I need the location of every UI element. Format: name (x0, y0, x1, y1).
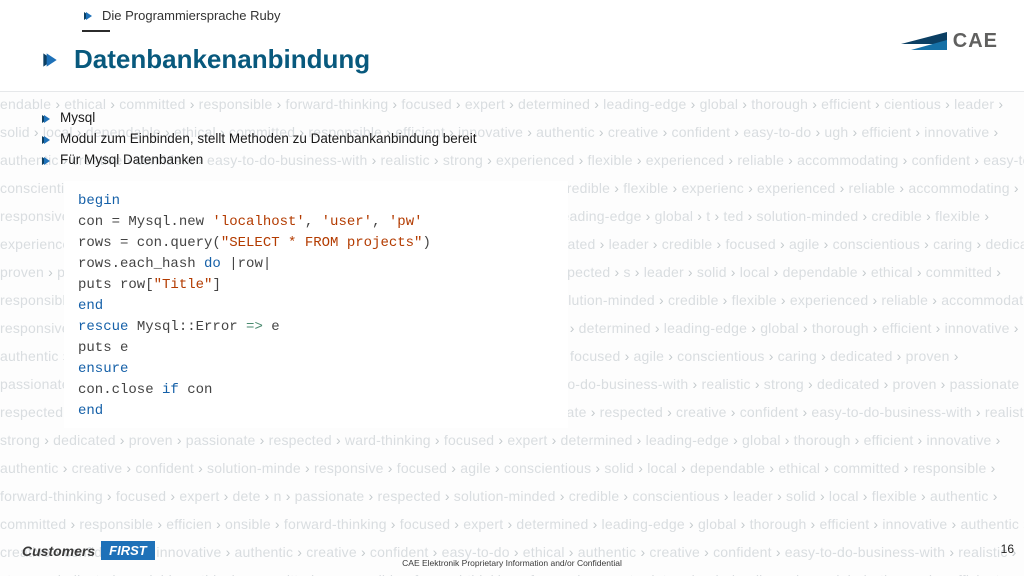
code-string: "SELECT * FROM projects" (221, 235, 423, 251)
logo-text: CAE (953, 30, 998, 53)
code-text: |row| (221, 256, 271, 272)
breadcrumb-label: Die Programmiersprache Ruby (102, 8, 280, 23)
chevron-right-icon (82, 10, 94, 22)
page-number: 16 (1001, 542, 1014, 556)
page-title: Datenbankenanbindung (74, 44, 370, 75)
list-item: Modul zum Einbinden, stellt Methoden zu … (40, 131, 984, 146)
swoosh-icon (901, 32, 947, 52)
chevron-right-icon (40, 110, 52, 125)
code-string: 'user' (322, 214, 372, 230)
code-kw: ensure (78, 361, 128, 377)
slide-header: Die Programmiersprache Ruby Datenbankena… (0, 0, 1024, 92)
bullet-text: Modul zum Einbinden, stellt Methoden zu … (60, 131, 477, 146)
code-string: "Title" (154, 277, 213, 293)
code-kw: end (78, 403, 103, 419)
list-item: Für Mysql Datenbanken (40, 152, 984, 167)
slide-root: endable › ethical › committed › responsi… (0, 0, 1024, 576)
breadcrumb: Die Programmiersprache Ruby (82, 8, 280, 23)
title-row: Datenbankenanbindung (40, 44, 370, 75)
breadcrumb-underline (82, 30, 110, 32)
code-text: e (263, 319, 280, 335)
code-text: ] (212, 277, 220, 293)
bullet-list: Mysql Modul zum Einbinden, stellt Method… (40, 110, 984, 167)
chevron-right-icon (40, 50, 60, 70)
chevron-right-icon (40, 131, 52, 146)
slide-content: Mysql Modul zum Einbinden, stellt Method… (40, 110, 984, 428)
code-text: rows = con.query( (78, 235, 221, 251)
code-kw: begin (78, 193, 120, 209)
code-text: rows.each_hash (78, 256, 204, 272)
code-text: ) (422, 235, 430, 251)
list-item: Mysql (40, 110, 984, 125)
chevron-right-icon (40, 152, 52, 167)
code-text: , (305, 214, 322, 230)
code-text: Mysql::Error (128, 319, 246, 335)
code-kw: rescue (78, 319, 128, 335)
code-text: , (372, 214, 389, 230)
bullet-text: Für Mysql Datenbanken (60, 152, 203, 167)
code-string: 'localhost' (212, 214, 304, 230)
code-text: puts row[ (78, 277, 154, 293)
code-text: puts e (78, 340, 128, 356)
code-arrow: => (246, 319, 263, 335)
code-text: con (179, 382, 213, 398)
cae-logo: CAE (901, 30, 998, 53)
bullet-text: Mysql (60, 110, 95, 125)
code-string: 'pw' (389, 214, 423, 230)
customers-label: Customers (22, 543, 95, 559)
code-block: begin con = Mysql.new 'localhost', 'user… (64, 181, 568, 428)
confidential-notice: CAE Elektronik Proprietary Information a… (0, 558, 1024, 568)
code-kw: do (204, 256, 221, 272)
code-kw: if (162, 382, 179, 398)
code-text: con = Mysql.new (78, 214, 212, 230)
code-text: con.close (78, 382, 162, 398)
code-kw: end (78, 298, 103, 314)
